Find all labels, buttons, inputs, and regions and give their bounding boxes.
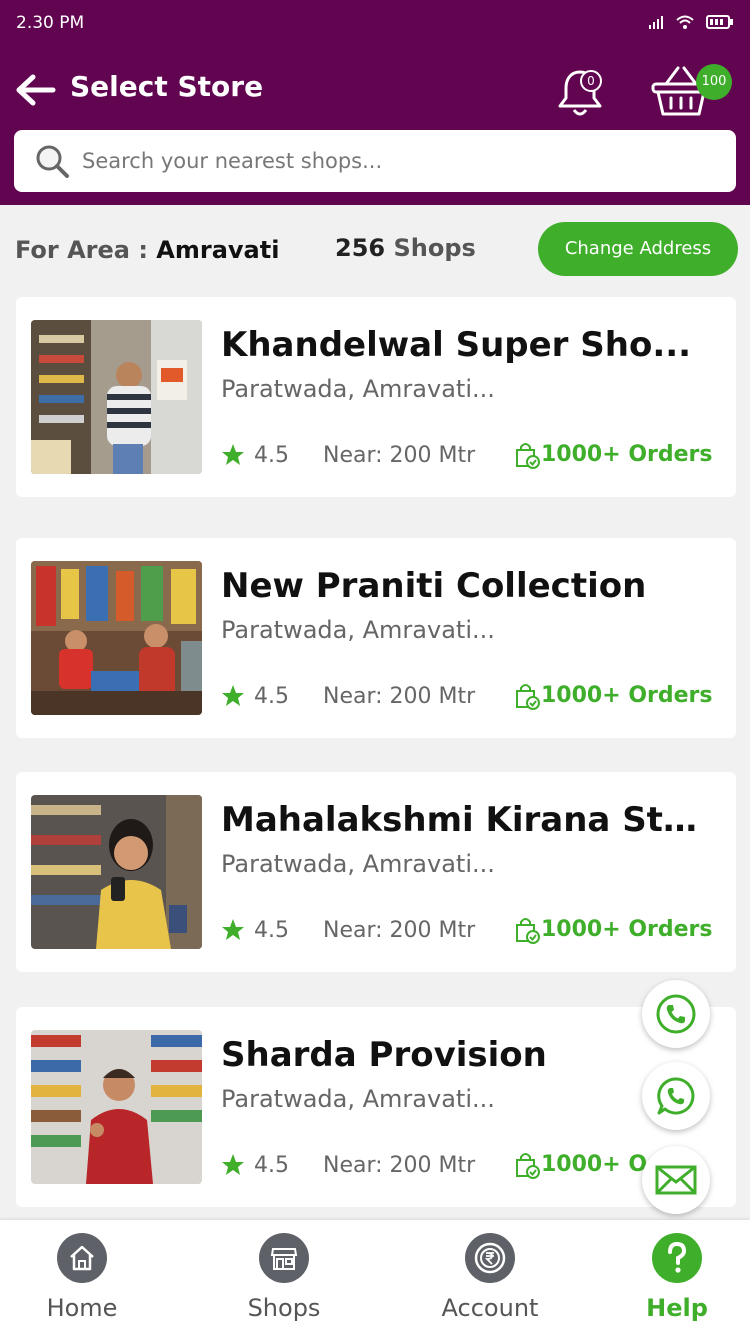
shop-distance: Near: 200 Mtr	[323, 684, 476, 709]
page-title: Select Store	[70, 70, 264, 103]
area-row: For Area : Amravati 256 Shops Change Add…	[0, 205, 750, 295]
shop-distance: Near: 200 Mtr	[323, 918, 476, 943]
shop-name: Sharda Provision	[221, 1035, 547, 1075]
shop-image	[31, 320, 202, 474]
shop-distance: Near: 200 Mtr	[323, 1153, 476, 1178]
shop-card[interactable]: Sharda Provision Paratwada, Amravati... …	[16, 1007, 736, 1207]
status-time: 2.30 PM	[16, 13, 85, 33]
star-icon	[222, 1154, 244, 1175]
shop-orders: 1000+ Or	[541, 1152, 658, 1177]
help-icon	[652, 1233, 702, 1283]
shop-image	[31, 561, 202, 715]
area-name: Amravati	[156, 236, 280, 264]
rupee-icon	[465, 1233, 515, 1283]
shop-meta: 4.5 Near: 200 Mtr 1000+ Orders	[221, 439, 721, 473]
shop-card[interactable]: Mahalakshmi Kirana Store... Paratwada, A…	[16, 772, 736, 972]
home-icon	[57, 1233, 107, 1283]
star-icon	[222, 444, 244, 465]
battery-icon	[706, 15, 733, 29]
star-icon	[222, 685, 244, 706]
shop-meta: 4.5 Near: 200 Mtr 1000+ Orders	[221, 680, 721, 714]
store-icon	[259, 1233, 309, 1283]
shop-rating: 4.5	[254, 1153, 289, 1178]
nav-label-account: Account	[441, 1294, 539, 1322]
shop-address: Paratwada, Amravati...	[221, 850, 495, 878]
shop-distance: Near: 200 Mtr	[323, 443, 476, 468]
signal-icon	[649, 16, 663, 29]
shop-card[interactable]: New Praniti Collection Paratwada, Amrava…	[16, 538, 736, 738]
shopping-bag-icon	[516, 684, 540, 710]
shop-image	[31, 1030, 202, 1184]
notification-button[interactable]: 0	[556, 64, 606, 118]
whatsapp-icon	[657, 1077, 695, 1115]
shopping-bag-icon	[516, 1153, 540, 1179]
nav-item-account[interactable]: Account	[410, 1220, 570, 1334]
status-icons	[648, 14, 734, 30]
search-input[interactable]	[82, 149, 682, 173]
email-button[interactable]	[642, 1146, 710, 1214]
shop-address: Paratwada, Amravati...	[221, 1085, 495, 1113]
nav-item-shops[interactable]: Shops	[204, 1220, 364, 1334]
shop-orders: 1000+ Orders	[541, 917, 713, 942]
shops-count-value: 256	[335, 234, 386, 262]
back-arrow-icon	[16, 74, 56, 106]
shopping-bag-icon	[516, 918, 540, 944]
area-info: For Area : Amravati	[15, 236, 279, 264]
shop-meta: 4.5 Near: 200 Mtr 1000+ Orders	[221, 914, 721, 948]
search-bar[interactable]	[14, 130, 736, 192]
nav-item-home[interactable]: Home	[2, 1220, 162, 1334]
cart-button[interactable]: 100	[650, 62, 732, 120]
shop-orders: 1000+ Orders	[541, 683, 713, 708]
shop-address: Paratwada, Amravati...	[221, 616, 495, 644]
shop-name: Khandelwal Super Sho...	[221, 325, 692, 365]
bottom-nav: Home Shops Account Help	[0, 1220, 750, 1334]
nav-label-home: Home	[46, 1294, 118, 1322]
shop-rating: 4.5	[254, 918, 289, 943]
app-header: Select Store 0 100	[0, 50, 750, 205]
shop-image	[31, 795, 202, 949]
nav-item-help[interactable]: Help	[597, 1220, 750, 1334]
nav-label-help: Help	[646, 1294, 708, 1322]
shop-orders: 1000+ Orders	[541, 442, 713, 467]
wifi-icon	[676, 15, 694, 29]
shop-rating: 4.5	[254, 443, 289, 468]
area-label: For Area :	[15, 236, 148, 264]
whatsapp-button[interactable]	[642, 1062, 710, 1130]
shops-count: 256 Shops	[335, 234, 476, 262]
notification-count: 0	[580, 70, 602, 92]
shop-card[interactable]: Khandelwal Super Sho... Paratwada, Amrav…	[16, 297, 736, 497]
phone-icon	[656, 994, 696, 1034]
nav-label-shops: Shops	[247, 1294, 321, 1322]
cart-count-badge: 100	[696, 64, 732, 100]
change-address-button[interactable]: Change Address	[538, 222, 738, 276]
call-button[interactable]	[642, 980, 710, 1048]
status-bar: 2.30 PM	[0, 0, 750, 50]
shop-name: New Praniti Collection	[221, 566, 647, 606]
star-icon	[222, 919, 244, 940]
shopping-bag-icon	[516, 443, 540, 469]
shop-address: Paratwada, Amravati...	[221, 375, 495, 403]
shop-rating: 4.5	[254, 684, 289, 709]
search-icon	[36, 145, 69, 178]
back-button[interactable]	[16, 72, 56, 108]
shop-name: Mahalakshmi Kirana Store...	[221, 800, 711, 840]
mail-icon	[655, 1165, 697, 1195]
shops-count-word: Shops	[393, 234, 476, 262]
